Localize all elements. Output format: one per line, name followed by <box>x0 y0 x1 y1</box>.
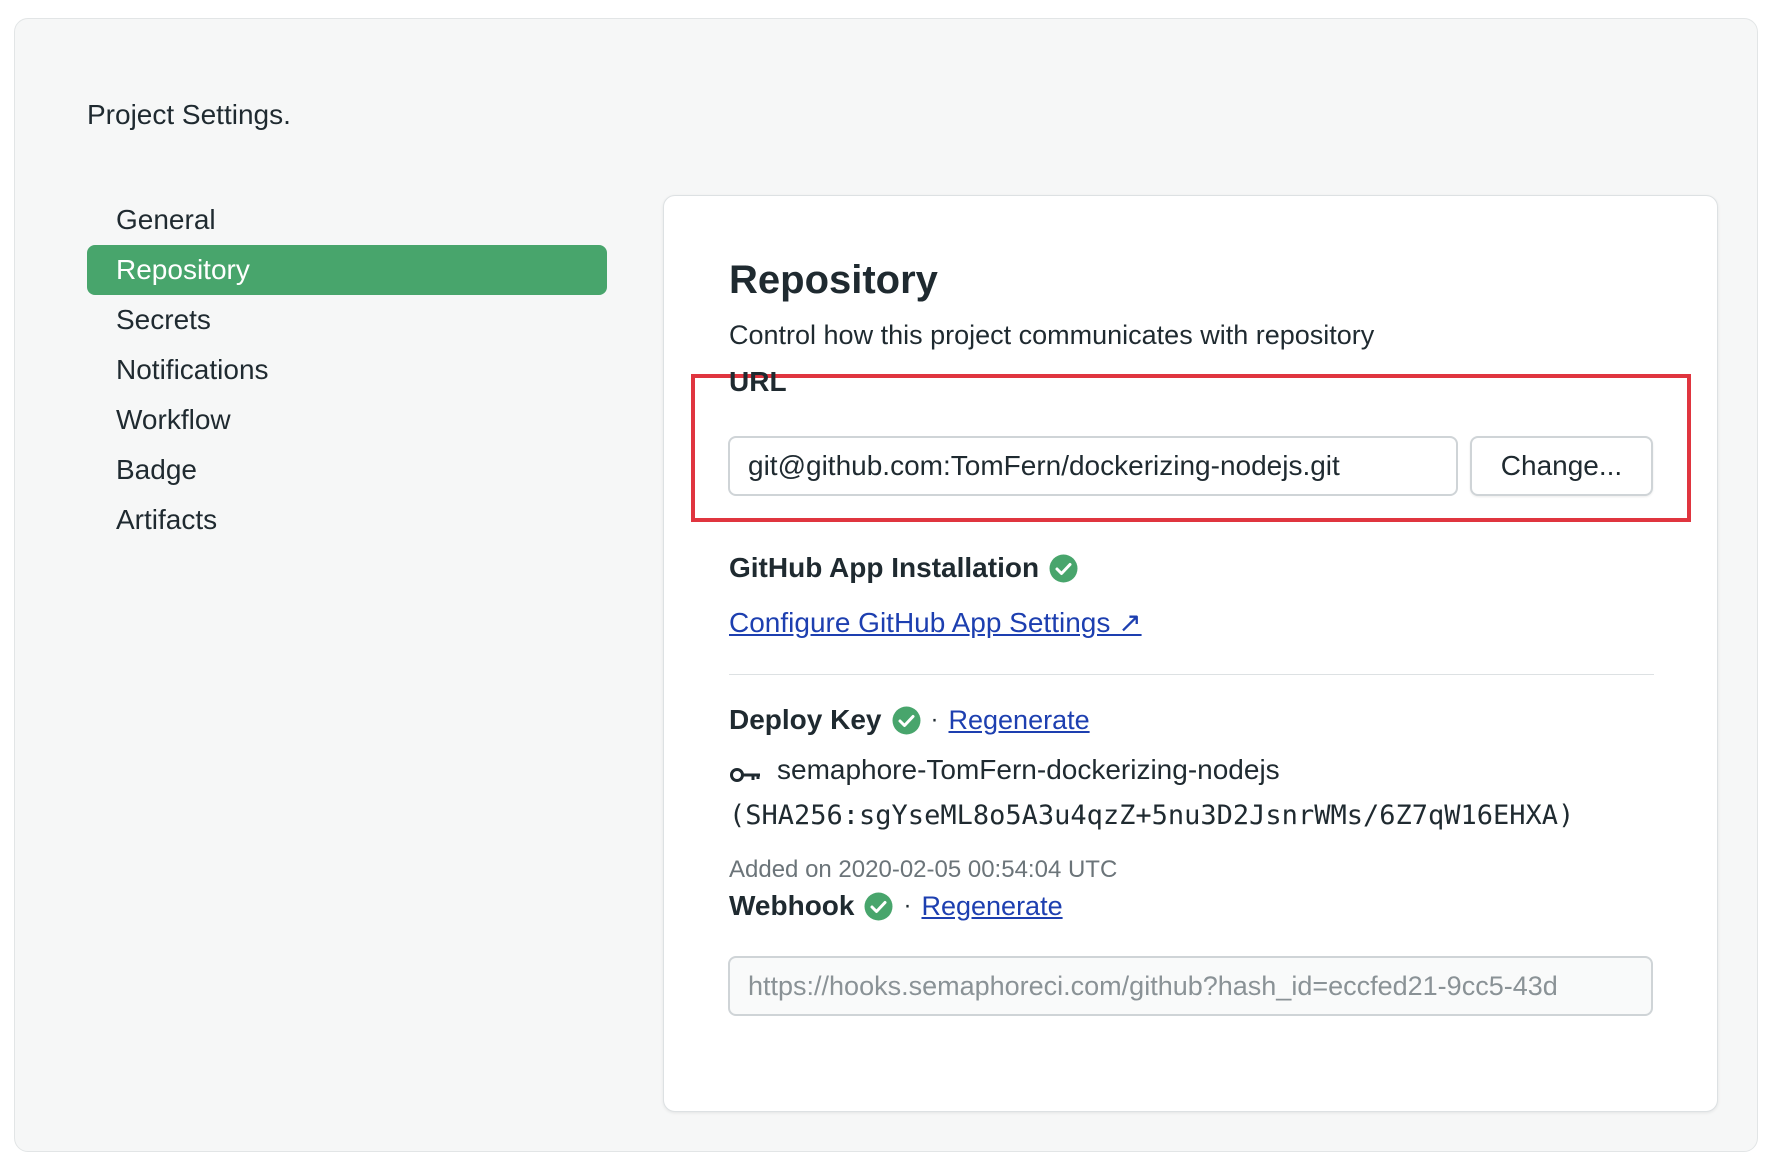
deploy-key-name: semaphore-TomFern-dockerizing-nodejs <box>777 754 1280 785</box>
check-circle-icon <box>1049 554 1078 583</box>
separator-dot: · <box>930 706 939 733</box>
check-circle-icon <box>892 706 921 735</box>
sidebar-item-notifications[interactable]: Notifications <box>87 345 607 395</box>
settings-frame: Project Settings. General Repository Sec… <box>14 18 1758 1152</box>
repository-card: Repository Control how this project comm… <box>663 195 1718 1112</box>
regenerate-deploy-key-link[interactable]: Regenerate <box>949 705 1090 736</box>
webhook-url-input[interactable] <box>728 956 1653 1016</box>
sidebar-item-general[interactable]: General <box>87 195 607 245</box>
separator-dot: · <box>903 892 912 919</box>
sidebar-item-repository[interactable]: Repository <box>87 245 607 295</box>
regenerate-webhook-link[interactable]: Regenerate <box>921 891 1062 922</box>
deploy-key-row: Deploy Key · Regenerate <box>729 704 1090 736</box>
change-url-button[interactable]: Change... <box>1470 436 1653 496</box>
check-circle-icon <box>864 892 893 921</box>
settings-sidebar: General Repository Secrets Notifications… <box>87 195 607 545</box>
url-label: URL <box>729 366 787 397</box>
section-subtitle: Control how this project communicates wi… <box>729 320 1375 350</box>
sidebar-item-artifacts[interactable]: Artifacts <box>87 495 607 545</box>
sidebar-item-secrets[interactable]: Secrets <box>87 295 607 345</box>
deploy-key-label: Deploy Key <box>729 704 882 735</box>
github-app-row: GitHub App Installation <box>729 552 1078 584</box>
deploy-key-fingerprint: (SHA256:sgYseML8o5A3u4qzZ+5nu3D2JsnrWMs/… <box>729 800 1575 831</box>
webhook-row: Webhook · Regenerate <box>729 890 1063 922</box>
sidebar-item-workflow[interactable]: Workflow <box>87 395 607 445</box>
section-title: Repository <box>729 258 938 302</box>
deploy-key-name-row: semaphore-TomFern-dockerizing-nodejs <box>729 754 1280 786</box>
configure-github-app-link[interactable]: Configure GitHub App Settings ↗ <box>729 606 1142 639</box>
deploy-key-added-on: Added on 2020-02-05 00:54:04 UTC <box>729 856 1118 883</box>
github-app-label: GitHub App Installation <box>729 552 1040 583</box>
webhook-label: Webhook <box>729 890 855 921</box>
page-title: Project Settings. <box>87 99 291 130</box>
repository-url-input[interactable] <box>728 436 1458 496</box>
key-icon <box>729 760 763 782</box>
section-divider <box>729 674 1654 675</box>
sidebar-item-badge[interactable]: Badge <box>87 445 607 495</box>
